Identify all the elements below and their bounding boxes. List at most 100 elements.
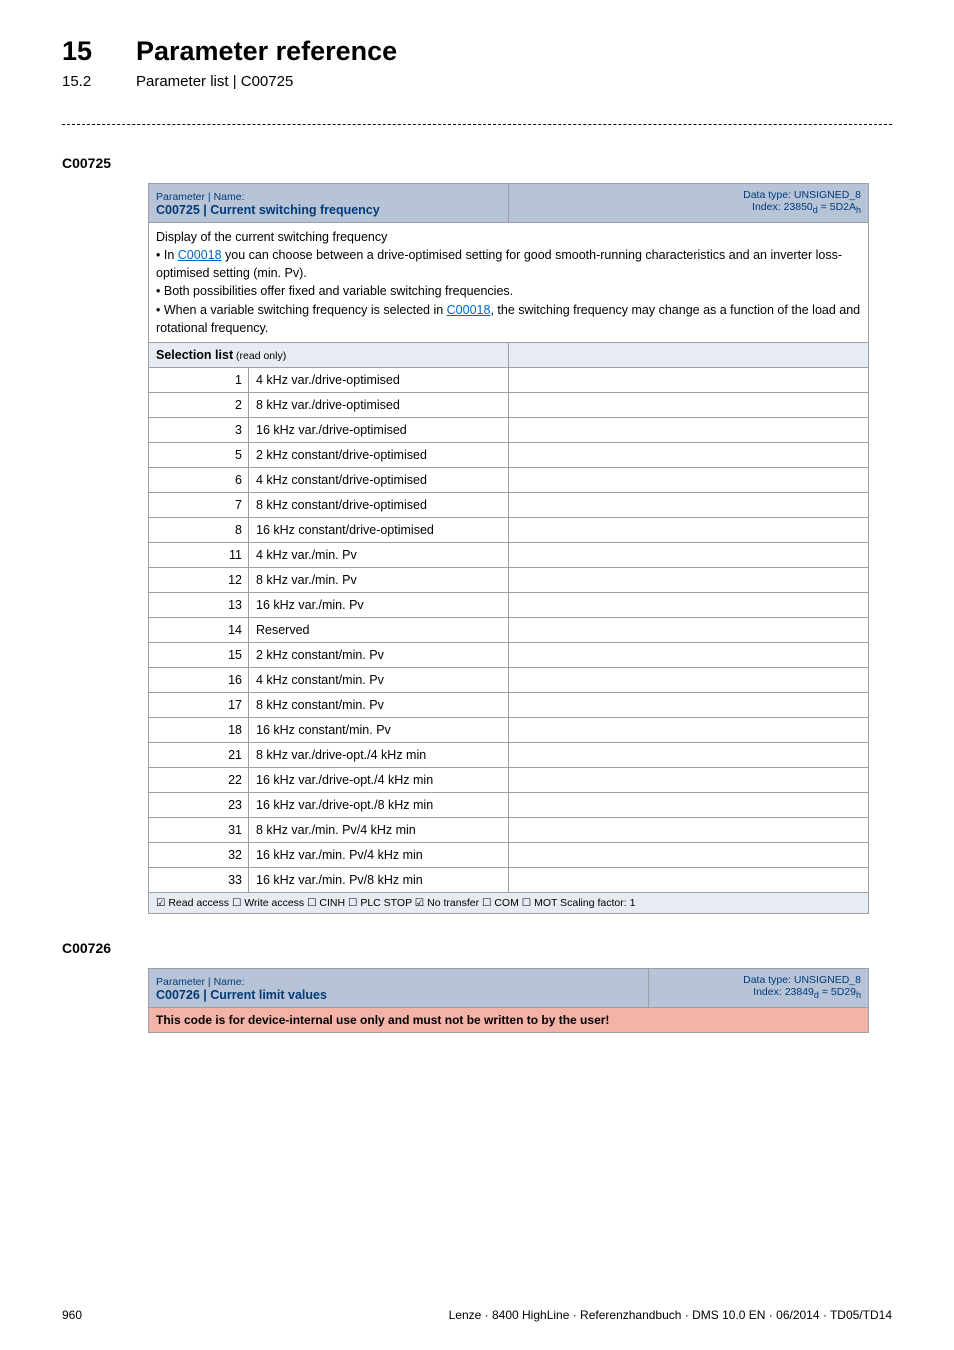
- row-blank: [509, 792, 869, 817]
- row-blank: [509, 542, 869, 567]
- param2-name-label: Parameter | Name:: [156, 976, 245, 988]
- table-row: 14 kHz var./drive-optimised: [149, 367, 869, 392]
- row-label: 16 kHz constant/min. Pv: [249, 717, 509, 742]
- desc-bullet-2: Both possibilities offer fixed and varia…: [156, 282, 861, 300]
- table-row: 178 kHz constant/min. Pv: [149, 692, 869, 717]
- chapter-heading: 15 Parameter reference: [62, 36, 892, 67]
- row-blank: [509, 842, 869, 867]
- chapter-number: 15: [62, 36, 102, 67]
- row-number: 23: [149, 792, 249, 817]
- row-blank: [509, 492, 869, 517]
- index-text: Index: 23850d = 5D2Ah: [752, 201, 861, 213]
- table-row: 1316 kHz var./min. Pv: [149, 592, 869, 617]
- row-label: 16 kHz var./drive-optimised: [249, 417, 509, 442]
- row-blank: [509, 767, 869, 792]
- row-blank: [509, 667, 869, 692]
- row-label: 8 kHz constant/drive-optimised: [249, 492, 509, 517]
- row-number: 3: [149, 417, 249, 442]
- table-row: 14Reserved: [149, 617, 869, 642]
- row-blank: [509, 617, 869, 642]
- param-description: Display of the current switching frequen…: [149, 223, 869, 343]
- param-table-c00726: Parameter | Name: C00726 | Current limit…: [148, 968, 869, 1033]
- row-blank: [509, 692, 869, 717]
- code-label-2: C00726: [62, 940, 892, 956]
- row-blank: [509, 442, 869, 467]
- row-label: 16 kHz var./min. Pv/8 kHz min: [249, 867, 509, 892]
- row-number: 6: [149, 467, 249, 492]
- row-blank: [509, 467, 869, 492]
- row-number: 13: [149, 592, 249, 617]
- desc-bullet-3: When a variable switching frequency is s…: [156, 301, 861, 337]
- row-number: 32: [149, 842, 249, 867]
- row-label: 4 kHz constant/min. Pv: [249, 667, 509, 692]
- table-row: 218 kHz var./drive-opt./4 kHz min: [149, 742, 869, 767]
- row-blank: [509, 417, 869, 442]
- table-row: 78 kHz constant/drive-optimised: [149, 492, 869, 517]
- table-row: 3316 kHz var./min. Pv/8 kHz min: [149, 867, 869, 892]
- row-label: Reserved: [249, 617, 509, 642]
- param-name-label: Parameter | Name:: [156, 191, 245, 203]
- row-blank: [509, 392, 869, 417]
- param2-title: C00726 | Current limit values: [156, 988, 327, 1002]
- row-number: 14: [149, 617, 249, 642]
- access-footer: ☑ Read access ☐ Write access ☐ CINH ☐ PL…: [149, 892, 869, 913]
- warning-row: This code is for device-internal use onl…: [149, 1007, 869, 1032]
- table-row: 128 kHz var./min. Pv: [149, 567, 869, 592]
- table-row: 164 kHz constant/min. Pv: [149, 667, 869, 692]
- param-block-c00725: Parameter | Name: C00725 | Current switc…: [148, 183, 892, 914]
- code-label: C00725: [62, 155, 892, 171]
- row-label: 4 kHz var./min. Pv: [249, 542, 509, 567]
- row-blank: [509, 642, 869, 667]
- section-heading: 15.2 Parameter list | C00725: [62, 73, 892, 90]
- row-number: 2: [149, 392, 249, 417]
- table-row: 816 kHz constant/drive-optimised: [149, 517, 869, 542]
- row-label: 16 kHz var./drive-opt./4 kHz min: [249, 767, 509, 792]
- table-row: 3216 kHz var./min. Pv/4 kHz min: [149, 842, 869, 867]
- section-title: Parameter list | C00725: [136, 73, 293, 90]
- param-table-c00725: Parameter | Name: C00725 | Current switc…: [148, 183, 869, 914]
- row-label: 16 kHz constant/drive-optimised: [249, 517, 509, 542]
- row-label: 4 kHz constant/drive-optimised: [249, 467, 509, 492]
- row-blank: [509, 817, 869, 842]
- data-type: Data type: UNSIGNED_8: [743, 189, 861, 201]
- row-number: 12: [149, 567, 249, 592]
- imprint: Lenze · 8400 HighLine · Referenzhandbuch…: [449, 1308, 892, 1322]
- selection-list-header: Selection list (read only): [149, 342, 509, 367]
- link-c00018-b[interactable]: C00018: [447, 303, 491, 317]
- row-number: 11: [149, 542, 249, 567]
- selection-list-header-blank: [509, 342, 869, 367]
- chapter-title: Parameter reference: [136, 36, 397, 67]
- row-number: 22: [149, 767, 249, 792]
- row-blank: [509, 567, 869, 592]
- table-row: 2216 kHz var./drive-opt./4 kHz min: [149, 767, 869, 792]
- row-blank: [509, 367, 869, 392]
- row-label: 16 kHz var./min. Pv: [249, 592, 509, 617]
- param-header-left: Parameter | Name: C00725 | Current switc…: [149, 184, 509, 223]
- row-number: 18: [149, 717, 249, 742]
- table-row: 1816 kHz constant/min. Pv: [149, 717, 869, 742]
- row-label: 2 kHz constant/min. Pv: [249, 642, 509, 667]
- row-label: 8 kHz var./drive-optimised: [249, 392, 509, 417]
- row-blank: [509, 717, 869, 742]
- row-number: 8: [149, 517, 249, 542]
- param-header-right: Data type: UNSIGNED_8 Index: 23850d = 5D…: [509, 184, 869, 223]
- table-row: 318 kHz var./min. Pv/4 kHz min: [149, 817, 869, 842]
- divider: [62, 124, 892, 125]
- row-label: 16 kHz var./drive-opt./8 kHz min: [249, 792, 509, 817]
- section-number: 15.2: [62, 73, 102, 90]
- row-number: 17: [149, 692, 249, 717]
- link-c00018-a[interactable]: C00018: [178, 248, 222, 262]
- desc-title: Display of the current switching frequen…: [156, 230, 387, 244]
- table-row: 2316 kHz var./drive-opt./8 kHz min: [149, 792, 869, 817]
- table-row: 316 kHz var./drive-optimised: [149, 417, 869, 442]
- index-text-2: Index: 23849d = 5D29h: [753, 986, 861, 998]
- table-row: 152 kHz constant/min. Pv: [149, 642, 869, 667]
- row-blank: [509, 592, 869, 617]
- row-label: 8 kHz var./min. Pv: [249, 567, 509, 592]
- row-label: 2 kHz constant/drive-optimised: [249, 442, 509, 467]
- row-blank: [509, 867, 869, 892]
- row-label: 8 kHz var./drive-opt./4 kHz min: [249, 742, 509, 767]
- row-label: 8 kHz constant/min. Pv: [249, 692, 509, 717]
- page: 15 Parameter reference 15.2 Parameter li…: [0, 0, 954, 1350]
- row-number: 15: [149, 642, 249, 667]
